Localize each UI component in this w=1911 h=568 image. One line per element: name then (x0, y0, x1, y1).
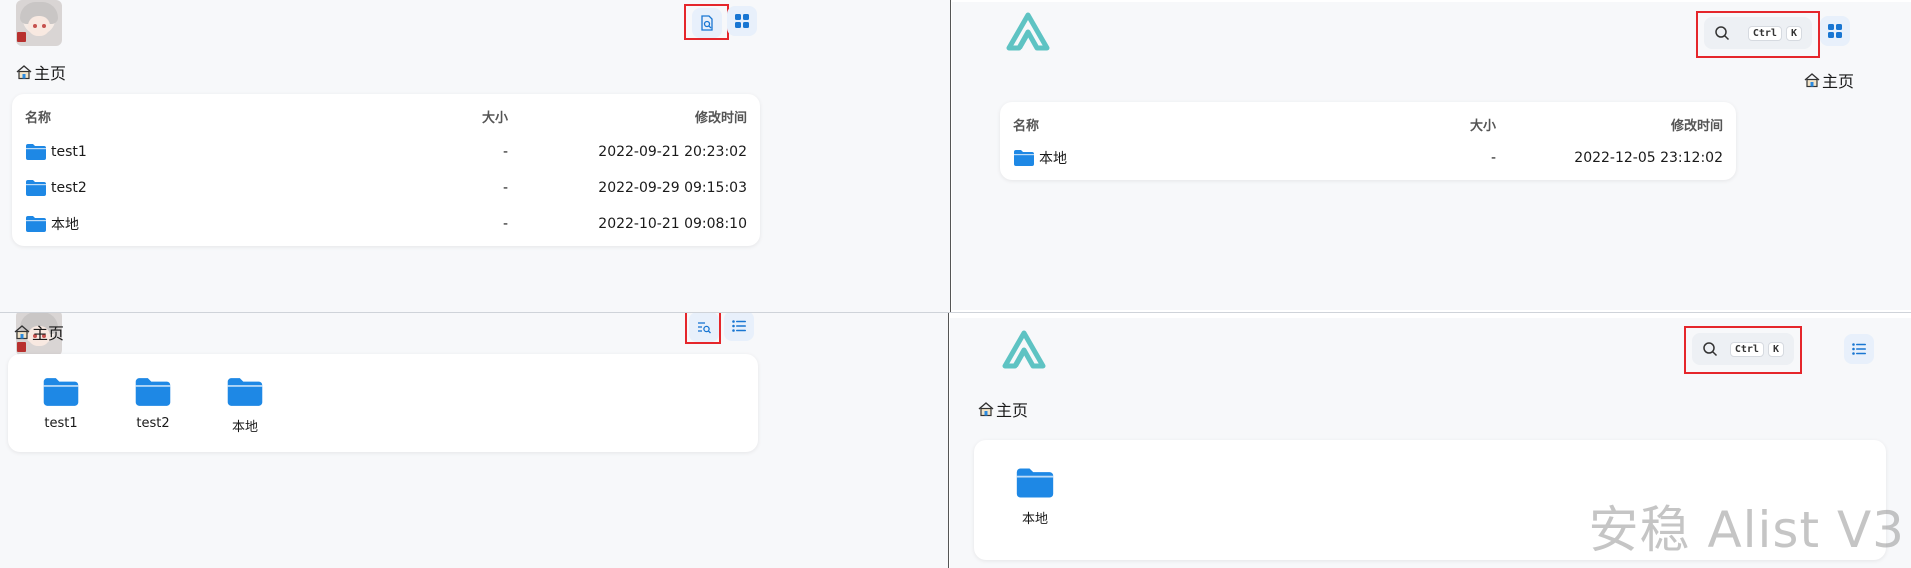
breadcrumb[interactable]: 主页 (16, 60, 66, 84)
home-icon (14, 325, 30, 340)
search-files-button[interactable] (692, 8, 722, 38)
user-avatar[interactable] (16, 0, 62, 46)
grid-item[interactable]: 本地 (200, 376, 290, 435)
breadcrumb-home[interactable]: 主页 (996, 397, 1028, 421)
grid-item-label: test2 (136, 416, 170, 431)
grid-view-toggle[interactable] (727, 6, 757, 36)
list-icon (1852, 343, 1866, 355)
row-size: - (502, 180, 508, 196)
grid-view-toggle[interactable] (1820, 16, 1850, 46)
search-input[interactable]: Ctrl K (1692, 333, 1794, 365)
breadcrumb-bottom-left[interactable]: 主页 (14, 320, 64, 344)
grid-item-label: 本地 (231, 420, 258, 435)
row-name: 本地 (1039, 151, 1067, 167)
shortcut-ctrl: Ctrl (1747, 25, 1782, 41)
shortcut-ctrl: Ctrl (1729, 341, 1764, 357)
breadcrumb-bottom-right[interactable]: 主页 (978, 397, 1028, 421)
alist-logo[interactable] (1002, 330, 1046, 370)
search-file-icon (701, 15, 713, 31)
pane-divider (950, 0, 951, 312)
list-view-toggle[interactable] (724, 312, 754, 341)
row-modified: 2022-09-21 20:23:02 (598, 144, 747, 160)
search-icon (1715, 26, 1730, 41)
header-size[interactable]: 大小 (1470, 115, 1496, 134)
shortcut-k: K (1767, 341, 1784, 357)
grid-item[interactable]: test1 (16, 376, 106, 431)
table-row[interactable]: test2 - 2022-09-29 09:15:03 (12, 170, 760, 206)
folder-icon (135, 378, 171, 406)
grid-item-label: 本地 (1021, 512, 1048, 527)
watermark-text: 安稳 Alist V3 (1588, 501, 1905, 559)
home-icon (16, 65, 32, 80)
list-view-toggle[interactable] (1844, 334, 1874, 364)
file-list-card: 名称 大小 修改时间 test1 - 2022-09-21 20:23:02 t… (12, 94, 760, 246)
breadcrumb-home[interactable]: 主页 (34, 60, 66, 84)
grid-item[interactable]: 本地 (990, 466, 1080, 527)
row-name: test2 (51, 180, 87, 196)
folder-icon (26, 144, 46, 160)
shortcut-k: K (1785, 25, 1802, 41)
row-modified: 2022-12-05 23:12:02 (1574, 150, 1723, 166)
folder-icon (227, 378, 263, 406)
pane-divider (0, 312, 1911, 313)
row-size: - (502, 216, 508, 232)
table-row[interactable]: test1 - 2022-09-21 20:23:02 (12, 134, 760, 170)
search-icon (1703, 342, 1718, 357)
home-icon (978, 402, 994, 417)
alist-logo[interactable] (1006, 12, 1050, 52)
table-row[interactable]: 本地 - 2022-12-05 23:12:02 (1000, 140, 1736, 176)
pane-divider (948, 312, 949, 568)
header-modified[interactable]: 修改时间 (695, 107, 747, 126)
list-header: 名称 大小 修改时间 (1000, 106, 1736, 142)
folder-icon (26, 180, 46, 196)
new-ui-list-pane: Ctrl K 主页 名称 大小 修改时间 本地 - 2022-12-05 23:… (952, 2, 1911, 310)
breadcrumb-home[interactable]: 主页 (32, 320, 64, 344)
row-modified: 2022-10-21 09:08:10 (598, 216, 747, 232)
folder-icon (43, 378, 79, 406)
header-modified[interactable]: 修改时间 (1671, 115, 1723, 134)
grid-icon (735, 14, 749, 28)
grid-icon (1828, 24, 1842, 38)
search-input[interactable]: Ctrl K (1704, 17, 1812, 49)
grid-item[interactable]: test2 (108, 376, 198, 431)
table-row[interactable]: 本地 - 2022-10-21 09:08:10 (12, 206, 760, 242)
search-file-icon (698, 322, 711, 334)
row-modified: 2022-09-29 09:15:03 (598, 180, 747, 196)
breadcrumb-home[interactable]: 主页 (1822, 68, 1854, 92)
folder-icon (1016, 468, 1054, 498)
row-size: - (1490, 150, 1496, 166)
file-list-card: 名称 大小 修改时间 本地 - 2022-12-05 23:12:02 (1000, 102, 1736, 180)
breadcrumb[interactable]: 主页 (1804, 68, 1854, 92)
row-name: test1 (51, 144, 87, 160)
grid-item-label: test1 (44, 416, 78, 431)
header-name[interactable]: 名称 (1013, 115, 1039, 134)
list-icon (732, 320, 746, 332)
folder-icon (26, 216, 46, 232)
header-name[interactable]: 名称 (25, 107, 51, 126)
list-header: 名称 大小 修改时间 (12, 98, 760, 134)
row-size: - (502, 144, 508, 160)
folder-icon (1014, 150, 1034, 166)
file-grid-card: test1 test2 本地 (8, 354, 758, 452)
header-size[interactable]: 大小 (482, 107, 508, 126)
search-files-button[interactable] (689, 312, 719, 342)
home-icon (1804, 73, 1820, 88)
row-name: 本地 (51, 217, 79, 233)
old-ui-list-pane: 主页 名称 大小 修改时间 test1 - 2022-09-21 20:23:0… (0, 0, 950, 312)
